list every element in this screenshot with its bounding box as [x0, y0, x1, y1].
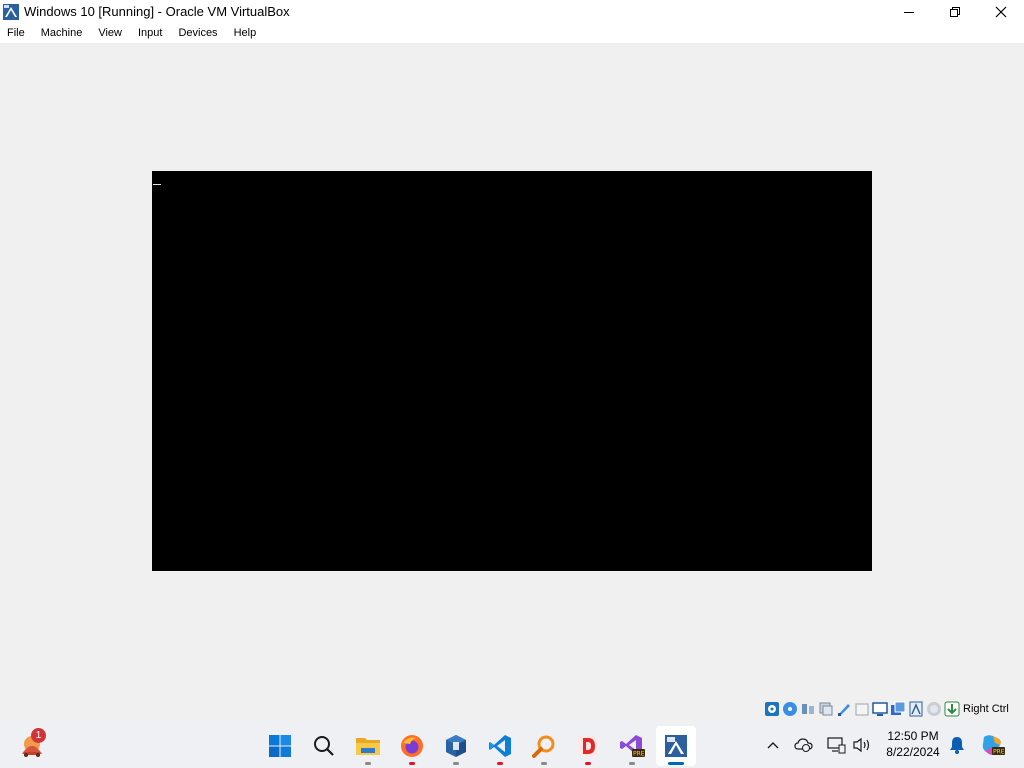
- virtualbox-button[interactable]: [436, 726, 476, 766]
- video-capture-icon[interactable]: [890, 701, 906, 717]
- clock[interactable]: 12:50 PM 8/22/2024: [880, 728, 946, 760]
- menu-view[interactable]: View: [90, 27, 130, 39]
- chevron-up-icon: [767, 742, 779, 749]
- visual-studio-icon: PRE: [620, 735, 645, 758]
- display-icon[interactable]: [872, 701, 888, 717]
- running-indicator: [365, 762, 371, 765]
- window-title: Windows 10 [Running] - Oracle VM Virtual…: [24, 4, 290, 19]
- close-icon: [995, 6, 1007, 17]
- restore-icon: [950, 6, 960, 17]
- vm-screen[interactable]: [152, 171, 872, 571]
- vscode-icon: [489, 735, 511, 757]
- text-cursor: [153, 184, 161, 185]
- minimize-button[interactable]: [886, 0, 932, 23]
- menu-help[interactable]: Help: [226, 27, 265, 39]
- hard-disk-icon[interactable]: [764, 701, 780, 717]
- close-button[interactable]: [978, 0, 1024, 23]
- magnifier-app-icon: [532, 735, 555, 758]
- notifications-button[interactable]: [946, 722, 968, 768]
- audio-icon[interactable]: [800, 701, 816, 717]
- copilot-badge-text: PRE: [993, 749, 1005, 756]
- display-settings-icon: [827, 737, 846, 754]
- virtualbox-vm-button[interactable]: [656, 726, 696, 766]
- optical-drive-icon[interactable]: [782, 701, 798, 717]
- display-tray-button[interactable]: [824, 722, 848, 768]
- onedrive-button[interactable]: [792, 722, 816, 768]
- volume-button[interactable]: [850, 722, 874, 768]
- menu-machine[interactable]: Machine: [33, 27, 91, 39]
- d-app-button[interactable]: [568, 726, 608, 766]
- folder-icon: [356, 738, 380, 755]
- d-app-icon: [578, 736, 598, 756]
- menu-file[interactable]: File: [0, 27, 33, 39]
- title-bar: Windows 10 [Running] - Oracle VM Virtual…: [0, 0, 1024, 23]
- running-indicator: [453, 762, 459, 765]
- weather-badge: 1: [31, 728, 46, 743]
- menu-devices[interactable]: Devices: [170, 27, 225, 39]
- window-controls: [886, 0, 1024, 23]
- mouse-integration-icon[interactable]: [926, 701, 942, 717]
- search-tool-button[interactable]: [524, 726, 564, 766]
- running-indicator: [409, 762, 415, 765]
- running-indicator: [541, 762, 547, 765]
- active-indicator: [668, 762, 684, 765]
- vm-status-bar: Right Ctrl: [764, 699, 1009, 719]
- virtualbox-app-icon[interactable]: [2, 3, 20, 21]
- search-button[interactable]: [304, 726, 344, 766]
- firefox-button[interactable]: [392, 726, 432, 766]
- onedrive-sync-icon: [794, 738, 813, 752]
- menu-input[interactable]: Input: [130, 27, 170, 39]
- virtualbox-vm-icon: [665, 735, 687, 757]
- minimize-icon: [904, 11, 914, 13]
- start-button[interactable]: [260, 726, 300, 766]
- maximize-button[interactable]: [932, 0, 978, 23]
- vscode-button[interactable]: [480, 726, 520, 766]
- file-explorer-button[interactable]: [348, 726, 388, 766]
- shared-folders-icon[interactable]: [854, 701, 870, 717]
- usb-icon[interactable]: [836, 701, 852, 717]
- running-indicator: [629, 762, 635, 765]
- virtualbox-icon: [446, 735, 466, 757]
- clock-date: 8/22/2024: [886, 745, 940, 759]
- keyboard-capture-icon[interactable]: [944, 701, 960, 717]
- visual-studio-button[interactable]: PRE: [612, 726, 652, 766]
- windows-logo-icon: [269, 735, 291, 757]
- menu-bar: File Machine View Input Devices Help: [0, 23, 1024, 43]
- search-icon: [314, 736, 334, 756]
- host-key-label[interactable]: Right Ctrl: [963, 703, 1009, 715]
- copilot-icon: PRE: [982, 735, 1005, 756]
- clock-time: 12:50 PM: [887, 729, 939, 743]
- taskbar: 1 PRE 12:50 PM 8/22/2024 PRE: [0, 722, 1024, 768]
- network-icon[interactable]: [818, 701, 834, 717]
- svg-text:PRE: PRE: [633, 751, 645, 758]
- show-hidden-icons-button[interactable]: [762, 722, 784, 768]
- volume-icon: [853, 737, 870, 753]
- running-indicator: [497, 762, 503, 765]
- firefox-icon: [401, 735, 423, 757]
- copilot-button[interactable]: PRE: [978, 722, 1008, 768]
- weather-widget[interactable]: 1: [18, 728, 48, 760]
- bell-icon: [950, 737, 964, 754]
- cpu-icon[interactable]: [908, 701, 924, 717]
- running-indicator: [585, 762, 591, 765]
